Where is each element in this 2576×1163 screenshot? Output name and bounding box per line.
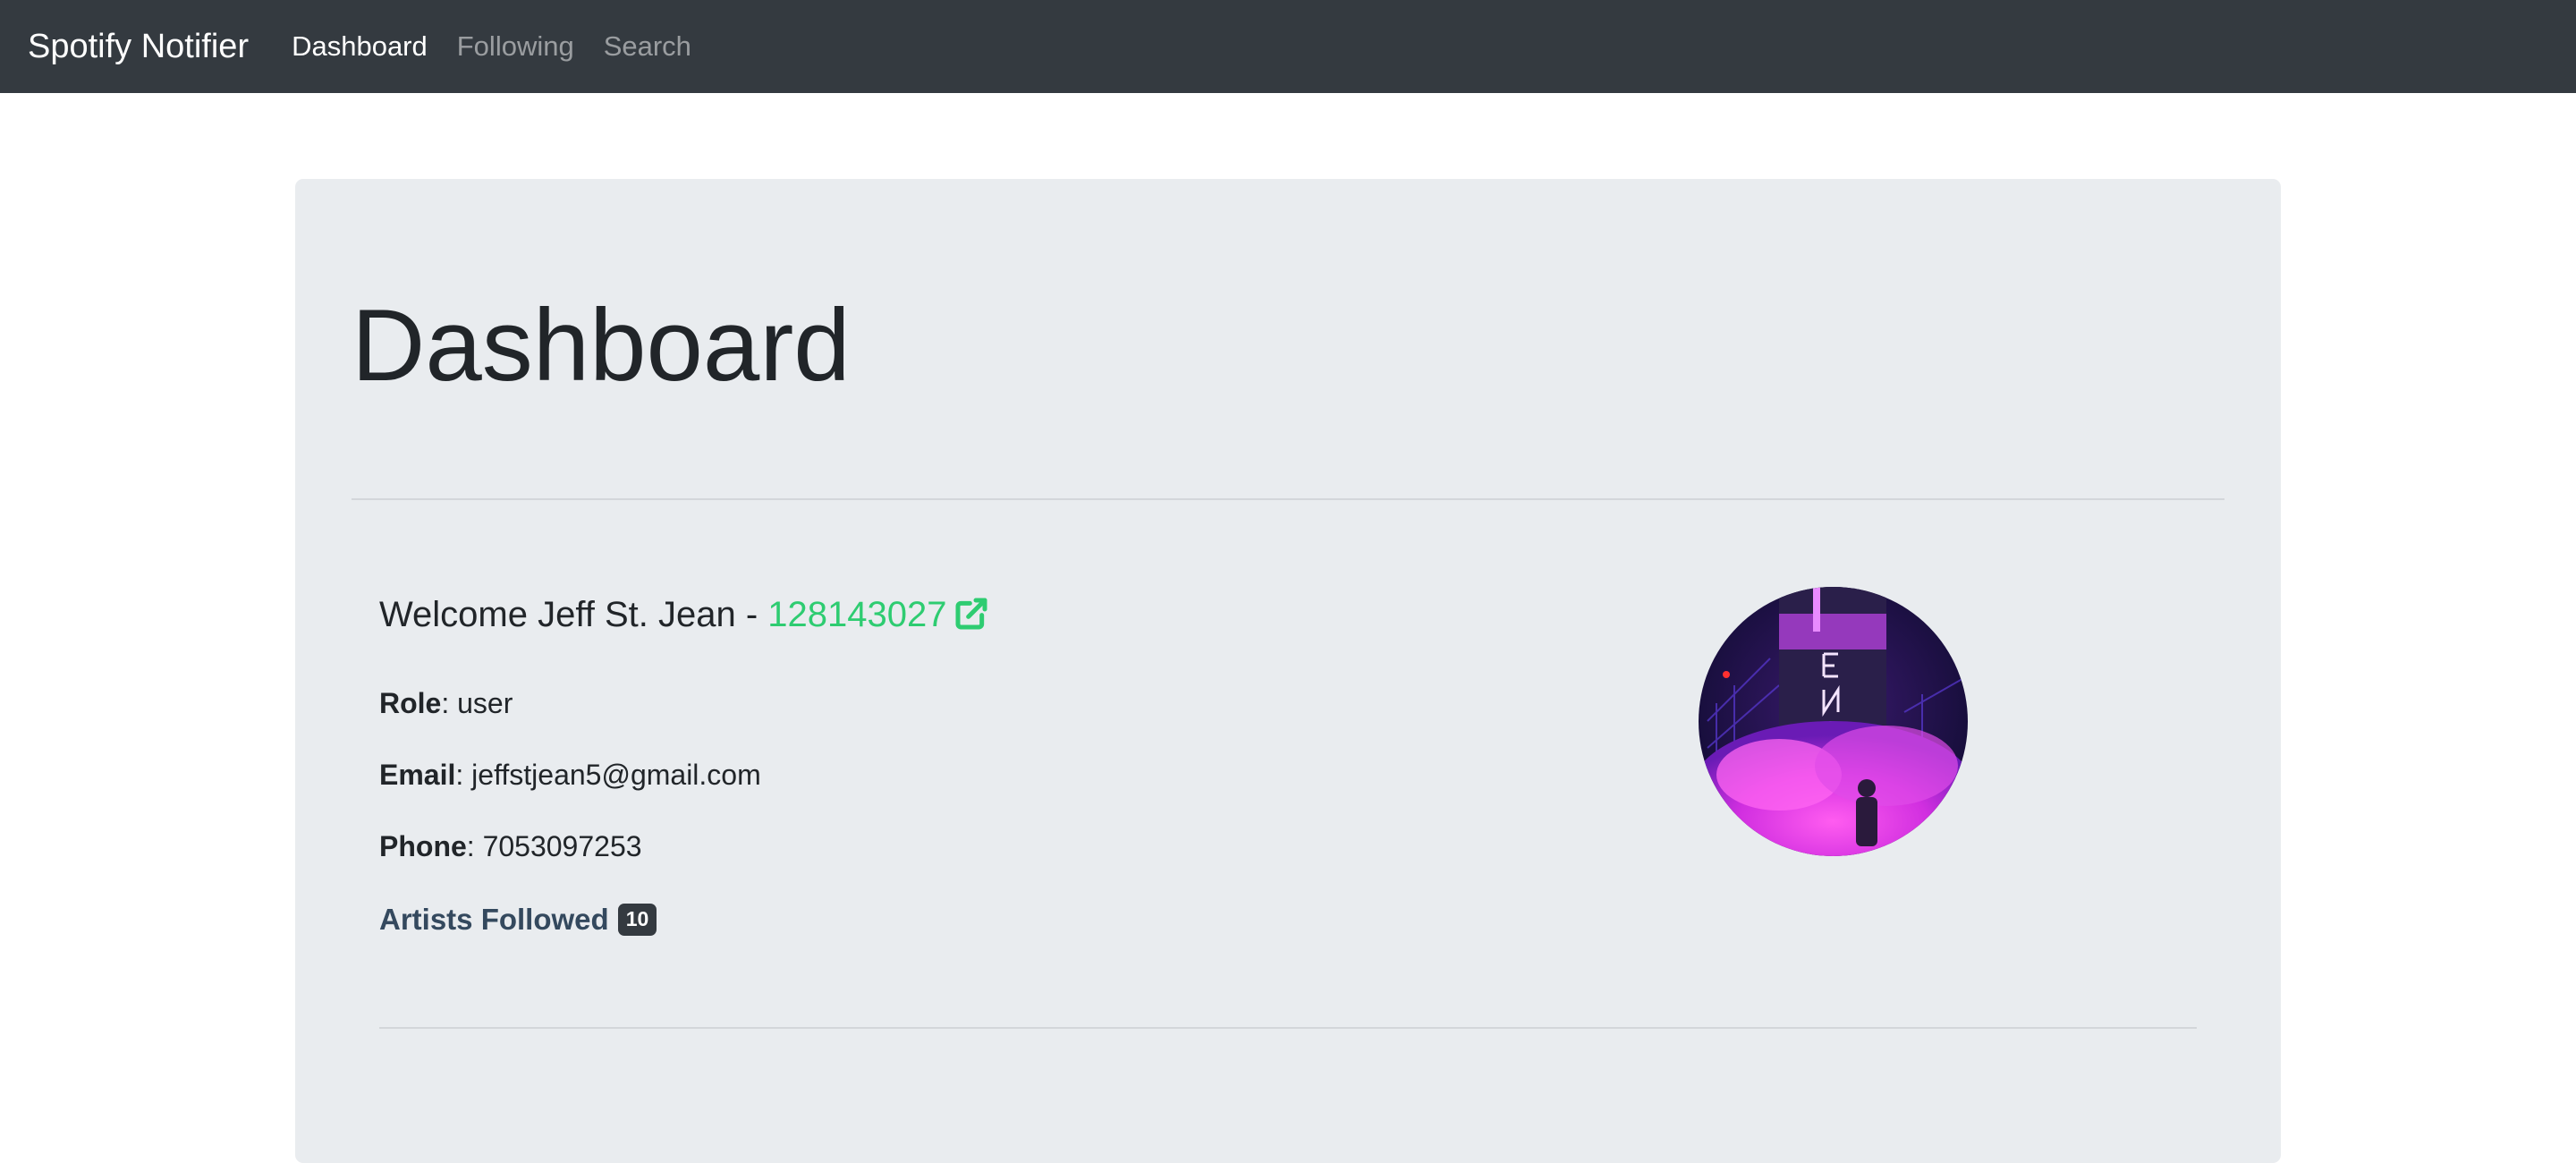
artists-followed-label: Artists Followed <box>379 903 609 936</box>
artists-followed-link[interactable]: Artists Followed 10 <box>379 903 657 937</box>
role-line: Role: user <box>379 686 513 720</box>
divider-top <box>352 498 2224 500</box>
email-label: Email <box>379 759 456 791</box>
role-label: Role <box>379 687 442 719</box>
nav-link-dashboard[interactable]: Dashboard <box>292 30 428 63</box>
phone-line: Phone: 7053097253 <box>379 829 642 863</box>
email-line: Email: jeffstjean5@gmail.com <box>379 758 761 792</box>
spotify-user-id-link[interactable]: 128143027 <box>767 595 946 634</box>
divider-bottom <box>379 1027 2197 1029</box>
brand-link[interactable]: Spotify Notifier <box>28 28 249 66</box>
page-title: Dashboard <box>352 289 851 403</box>
phone-value: : 7053097253 <box>466 830 642 862</box>
nav-link-following[interactable]: Following <box>457 30 574 63</box>
profile-avatar <box>1699 587 1968 856</box>
artists-count-badge: 10 <box>617 904 657 936</box>
dashboard-jumbotron: Dashboard Welcome Jeff St. Jean - 128143… <box>295 179 2281 1163</box>
phone-label: Phone <box>379 830 467 862</box>
email-value: : jeffstjean5@gmail.com <box>455 759 761 791</box>
welcome-heading: Welcome Jeff St. Jean - 128143027 <box>379 593 989 641</box>
welcome-text: Welcome Jeff St. Jean - <box>379 595 768 634</box>
role-value: : user <box>441 687 513 719</box>
nav-link-search[interactable]: Search <box>604 30 691 63</box>
top-navbar: Spotify Notifier Dashboard Following Sea… <box>0 0 2576 93</box>
external-link-icon[interactable] <box>953 596 989 641</box>
